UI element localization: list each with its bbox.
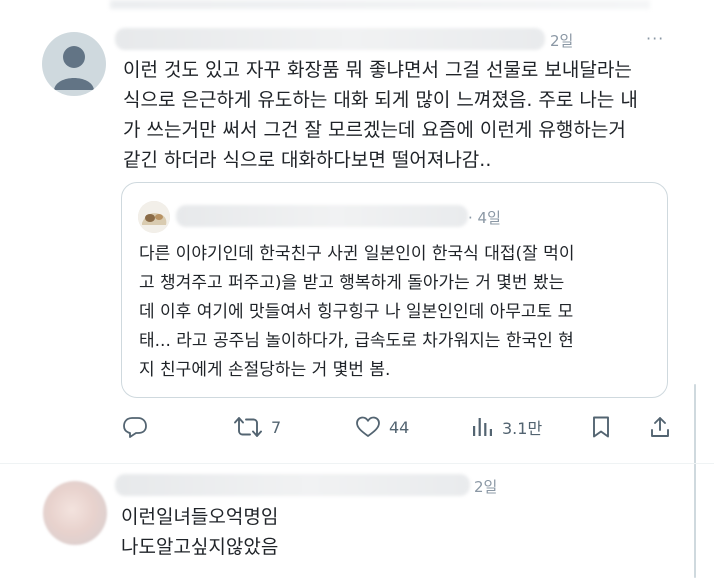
post-line: 식으로 은근하게 유도하는 대화 되게 많이 느껴졌음. 주로 나는 내 bbox=[123, 89, 638, 111]
quote-line: 지 친구에게 손절당하는 거 몇번 봄. bbox=[139, 360, 391, 380]
retweet-icon bbox=[234, 417, 262, 437]
bookmark-icon bbox=[593, 416, 609, 438]
reply-button[interactable] bbox=[122, 415, 148, 439]
like-button[interactable]: 44 bbox=[355, 415, 409, 439]
post-line: 같긴 하더라 식으로 대화하다보면 떨어져나감.. bbox=[123, 149, 492, 171]
retweet-count: 7 bbox=[271, 417, 282, 437]
quoted-avatar-image-icon bbox=[138, 201, 170, 233]
quoted-avatar bbox=[138, 201, 170, 233]
views-icon bbox=[473, 418, 492, 436]
avatar[interactable] bbox=[43, 481, 107, 545]
quote-line: 다른 이야기인데 한국친구 사귄 일본인이 한국식 대접(잘 먹이 bbox=[139, 244, 575, 264]
more-icon[interactable]: ··· bbox=[646, 29, 664, 48]
post[interactable]: 2일 이런일녀들오억명임 나도알고싶지않았음 bbox=[0, 464, 714, 578]
views-button[interactable]: 3.1만 bbox=[470, 415, 542, 439]
like-count: 44 bbox=[389, 417, 410, 437]
post-line: 나도알고싶지않았음 bbox=[121, 536, 279, 558]
post-line: 이런 것도 있고 자꾸 화장품 뭐 좋냐면서 그걸 선물로 보내달라는 bbox=[123, 59, 632, 81]
reply-icon bbox=[123, 417, 147, 438]
views-count: 3.1만 bbox=[502, 419, 543, 438]
quoted-post[interactable]: · 4일 다른 이야기인데 한국친구 사귄 일본인이 한국식 대접(잘 먹이 고… bbox=[121, 182, 668, 398]
quoted-post-time: · 4일 bbox=[468, 209, 501, 227]
author-name-blurred[interactable] bbox=[115, 28, 545, 50]
share-button[interactable] bbox=[648, 415, 672, 439]
bookmark-button[interactable] bbox=[590, 415, 612, 439]
share-icon bbox=[651, 417, 669, 437]
post-line: 이런일녀들오억명임 bbox=[121, 506, 279, 528]
quoted-author-name-blurred bbox=[176, 205, 468, 227]
quote-line: 데 이후 여기에 맛들여서 힝구힝구 나 일본인인데 아무고토 모 bbox=[139, 302, 574, 322]
quote-line: 고 챙겨주고 퍼주고)을 받고 행복하게 돌아가는 거 몇번 봤는 bbox=[139, 273, 565, 293]
post-time[interactable]: 2일 bbox=[474, 476, 497, 497]
previous-post-fragment bbox=[110, 0, 650, 9]
heart-icon bbox=[356, 416, 380, 437]
author-name-blurred[interactable] bbox=[115, 474, 470, 496]
post-time[interactable]: 2일 bbox=[550, 30, 573, 51]
quote-line: 태... 라고 공주님 놀이하다가, 급속도로 차가워지는 한국인 현 bbox=[139, 331, 574, 351]
retweet-button[interactable]: 7 bbox=[233, 415, 281, 439]
avatar[interactable] bbox=[42, 32, 106, 96]
post-line: 가 쓰는거만 써서 그건 잘 모르겠는데 요즘에 이런게 유행하는거 bbox=[123, 119, 626, 141]
default-avatar-icon bbox=[54, 46, 94, 90]
